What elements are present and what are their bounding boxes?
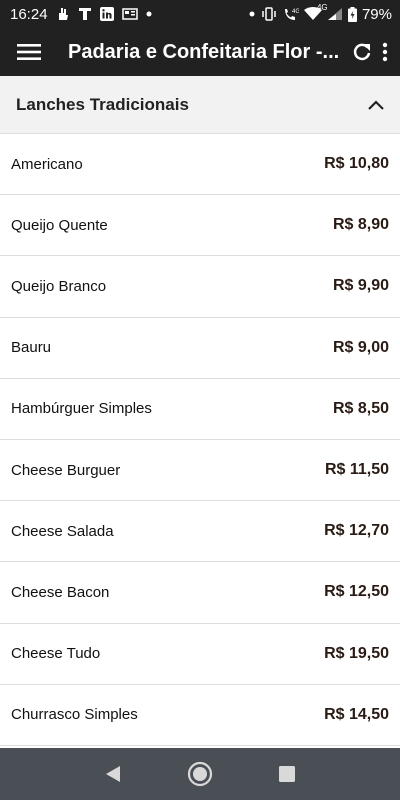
status-time: 16:24 [10,5,48,23]
nav-home-icon[interactable] [180,754,220,794]
app-bar: Padaria e Confeitaria Flor -... [0,28,400,76]
item-name: Cheese Tudo [11,645,101,663]
item-name: Americano [11,155,83,173]
nav-back-icon[interactable] [93,754,133,794]
notification-dot-icon [249,11,255,17]
category-header[interactable]: Lanches Tradicionais [0,76,400,134]
item-price: R$ 12,70 [324,522,389,540]
item-name: Queijo Quente [11,216,108,234]
hand-icon [56,7,70,21]
nav-recents-icon[interactable] [267,754,307,794]
list-item[interactable]: Bauru R$ 9,00 [0,318,400,379]
item-price: R$ 19,50 [324,644,389,662]
system-nav-bar [0,748,400,800]
vibrate-icon [260,7,278,21]
chevron-up-icon[interactable] [368,99,384,110]
page-title: Padaria e Confeitaria Flor -... [68,40,340,63]
item-price: R$ 8,90 [332,216,389,234]
volte-call-icon: 4G [283,7,299,21]
svg-text:4G: 4G [292,9,299,15]
status-bar: 16:24 4G 4G 79% [0,0,400,28]
list-item[interactable]: Hambúrguer Simples R$ 8,50 [0,379,400,440]
item-price: R$ 10,80 [324,155,389,173]
refresh-icon[interactable] [352,42,372,62]
item-price: R$ 8,50 [332,399,389,417]
battery-percent: 79% [361,5,392,23]
item-name: Cheese Salada [11,522,114,540]
category-title: Lanches Tradicionais [16,94,189,114]
item-name: Cheese Bacon [11,583,110,601]
item-price: R$ 9,90 [332,277,389,295]
list-item[interactable]: Queijo Quente R$ 8,90 [0,195,400,257]
list-item[interactable]: Queijo Branco R$ 9,90 [0,256,400,318]
list-item[interactable]: Cheese Tudo R$ 19,50 [0,624,400,685]
notification-dot-icon [146,11,152,17]
list-item[interactable]: Cheese Salada R$ 12,70 [0,501,400,563]
list-item[interactable]: Churrasco Simples R$ 14,50 [0,685,400,746]
t-app-icon [78,7,92,21]
item-name: Bauru [11,339,52,357]
item-price: R$ 14,50 [324,705,389,723]
menu-item-list: Americano R$ 10,80 Queijo Quente R$ 8,90… [0,134,400,746]
item-name: Cheese Burguer [11,461,121,479]
linkedin-icon [99,7,114,21]
item-price: R$ 9,00 [332,338,389,356]
list-item[interactable]: Americano R$ 10,80 [0,134,400,196]
list-item[interactable]: Cheese Bacon R$ 12,50 [0,562,400,624]
item-price: R$ 12,50 [324,583,389,601]
battery-icon [347,6,357,22]
more-vert-icon[interactable] [382,42,388,62]
item-price: R$ 11,50 [324,461,389,479]
news-app-icon [121,7,138,21]
item-name: Churrasco Simples [11,706,138,724]
network-type-label: 4G [316,3,328,12]
item-name: Queijo Branco [11,277,107,295]
hamburger-menu-icon[interactable] [0,28,58,76]
list-item[interactable]: Cheese Burguer R$ 11,50 [0,440,400,502]
signal-icon: 4G [317,3,343,21]
item-name: Hambúrguer Simples [11,400,152,418]
